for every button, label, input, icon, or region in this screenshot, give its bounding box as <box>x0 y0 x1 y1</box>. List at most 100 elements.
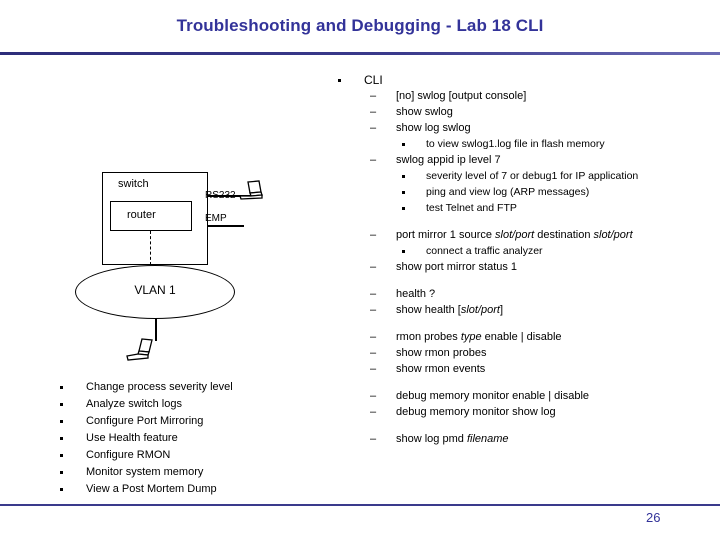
outline-item-level-2: – port mirror 1 source slot/port destinat… <box>330 227 720 243</box>
list-item: View a Post Mortem Dump <box>52 482 332 499</box>
outline-item-level-2: – show rmon probes <box>330 345 720 361</box>
footer-divider <box>0 504 720 506</box>
list-item: Monitor system memory <box>52 465 332 482</box>
outline-item-label: show rmon probes <box>396 347 487 359</box>
outline-item-level-2: – show port mirror status 1 <box>330 259 720 275</box>
outline-item-label: rmon probes type enable | disable <box>396 331 562 343</box>
outline-item-label: port mirror 1 source slot/port destinati… <box>396 229 633 241</box>
square-bullet-icon <box>402 207 405 210</box>
outline-item-label: swlog appid ip level 7 <box>396 154 501 166</box>
en-dash-bullet-icon: – <box>370 347 377 359</box>
outline-item-level-2: – health ? <box>330 286 720 302</box>
outline-item-label: CLI <box>364 73 383 87</box>
outline-item-level-2: – show log swlog <box>330 120 720 136</box>
en-dash-bullet-icon: – <box>370 363 377 375</box>
square-bullet-icon <box>60 403 63 406</box>
outline-item-label: severity level of 7 or debug1 for IP app… <box>426 170 639 182</box>
outline-item-level-2: – show health [slot/port] <box>330 302 720 318</box>
outline-item-label: debug memory monitor enable | disable <box>396 390 590 402</box>
cli-command-outline: CLI – [no] swlog [output console] – show swl… <box>330 72 720 447</box>
objectives-list: Change process severity level Analyze swi… <box>52 380 332 499</box>
outline-item-level-2: – swlog appid ip level 7 <box>330 152 720 168</box>
square-bullet-icon <box>60 454 63 457</box>
outline-item-level-2: – show swlog <box>330 104 720 120</box>
en-dash-bullet-icon: – <box>370 229 377 241</box>
outline-item-label: show health [slot/port] <box>396 304 504 316</box>
outline-item-level-3: severity level of 7 or debug1 for IP app… <box>330 168 720 184</box>
outline-item-label: to view swlog1.log file in flash memory <box>426 138 605 150</box>
outline-item-level-2: – [no] swlog [output console] <box>330 88 720 104</box>
square-bullet-icon <box>60 488 63 491</box>
outline-item-level-3: connect a traffic analyzer <box>330 243 720 259</box>
list-item-label: Analyze switch logs <box>86 398 182 410</box>
square-bullet-icon <box>60 386 63 389</box>
square-bullet-icon <box>338 79 341 82</box>
outline-item-label: ping and view log (ARP messages) <box>426 186 590 198</box>
outline-item-label: show rmon events <box>396 363 486 375</box>
outline-item-level-2: – show rmon events <box>330 361 720 377</box>
outline-item-level-2: – debug memory monitor enable | disable <box>330 388 720 404</box>
square-bullet-icon <box>60 471 63 474</box>
outline-spacer <box>330 216 720 227</box>
en-dash-bullet-icon: – <box>370 406 377 418</box>
square-bullet-icon <box>402 175 405 178</box>
square-bullet-icon <box>402 143 405 146</box>
en-dash-bullet-icon: – <box>370 122 377 134</box>
outline-item-level-3: test Telnet and FTP <box>330 200 720 216</box>
outline-item-label: show port mirror status 1 <box>396 261 518 273</box>
list-item: Analyze switch logs <box>52 397 332 414</box>
outline-item-label: show log pmd filename <box>396 433 509 445</box>
emp-link-line <box>208 225 244 227</box>
outline-item-level-2: – rmon probes type enable | disable <box>330 329 720 345</box>
square-bullet-icon <box>402 250 405 253</box>
outline-item-label: connect a traffic analyzer <box>426 245 543 257</box>
router-label: router <box>127 209 156 221</box>
outline-item-level-1: CLI <box>330 72 720 88</box>
list-item-label: Configure RMON <box>86 449 171 461</box>
outline-item-level-3: to view swlog1.log file in flash memory <box>330 136 720 152</box>
en-dash-bullet-icon: – <box>370 331 377 343</box>
en-dash-bullet-icon: – <box>370 106 377 118</box>
list-item: Configure Port Mirroring <box>52 414 332 431</box>
en-dash-bullet-icon: – <box>370 433 377 445</box>
outline-item-label: [no] swlog [output console] <box>396 90 527 102</box>
en-dash-bullet-icon: – <box>370 261 377 273</box>
list-item-label: Monitor system memory <box>86 466 204 478</box>
page-number: 26 <box>646 510 661 525</box>
outline-spacer <box>330 318 720 329</box>
router-vlan-dashed-link <box>150 231 151 265</box>
outline-item-level-3: ping and view log (ARP messages) <box>330 184 720 200</box>
outline-item-label: debug memory monitor show log <box>396 406 556 418</box>
laptop-icon <box>126 338 153 361</box>
list-item: Change process severity level <box>52 380 332 397</box>
list-item: Configure RMON <box>52 448 332 465</box>
outline-item-level-2: – debug memory monitor show log <box>330 404 720 420</box>
list-item-label: Configure Port Mirroring <box>86 415 204 427</box>
list-item-label: View a Post Mortem Dump <box>86 483 217 495</box>
en-dash-bullet-icon: – <box>370 288 377 300</box>
en-dash-bullet-icon: – <box>370 90 377 102</box>
outline-item-label: health ? <box>396 288 436 300</box>
en-dash-bullet-icon: – <box>370 304 377 316</box>
vlan-label: VLAN 1 <box>134 283 176 297</box>
rs232-label: RS232 <box>205 190 236 201</box>
laptop-icon <box>239 180 263 200</box>
outline-item-level-2: – show log pmd filename <box>330 431 720 447</box>
list-item-label: Use Health feature <box>86 432 178 444</box>
network-diagram: switch router RS232 EMP VLAN 1 <box>0 0 330 380</box>
square-bullet-icon <box>60 420 63 423</box>
outline-item-label: test Telnet and FTP <box>426 202 517 214</box>
outline-spacer <box>330 420 720 431</box>
en-dash-bullet-icon: – <box>370 390 377 402</box>
outline-item-label: show log swlog <box>396 122 471 134</box>
square-bullet-icon <box>60 437 63 440</box>
list-item-label: Change process severity level <box>86 381 233 393</box>
emp-label: EMP <box>205 213 227 224</box>
en-dash-bullet-icon: – <box>370 154 377 166</box>
outline-item-label: show swlog <box>396 106 453 118</box>
outline-spacer <box>330 377 720 388</box>
switch-label: switch <box>118 178 149 190</box>
list-item: Use Health feature <box>52 431 332 448</box>
outline-spacer <box>330 275 720 286</box>
square-bullet-icon <box>402 191 405 194</box>
